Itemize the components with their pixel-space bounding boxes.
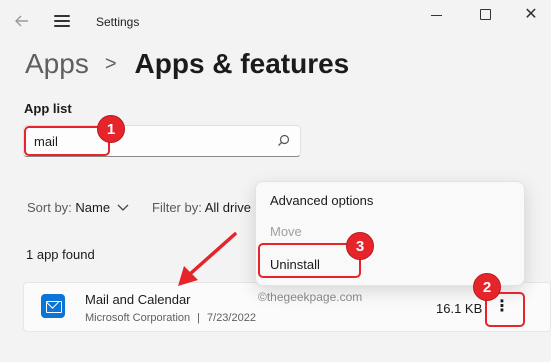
red-arrow-icon (178, 232, 237, 286)
